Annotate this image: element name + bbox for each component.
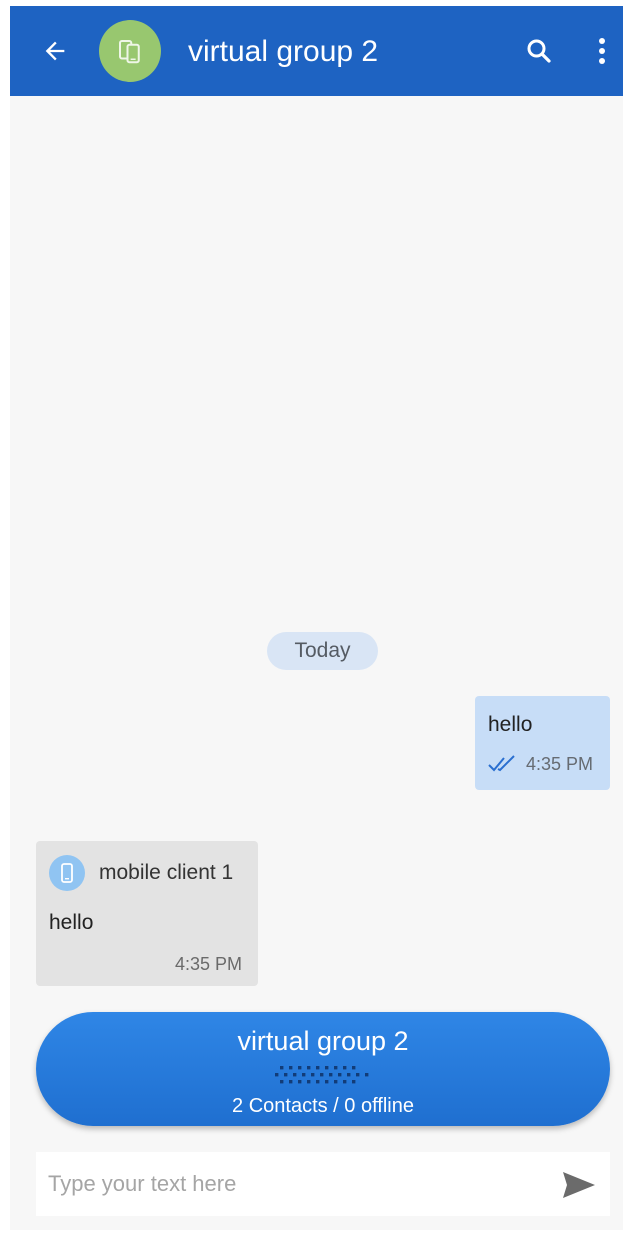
sender-name: mobile client 1 [99, 861, 234, 884]
page-title[interactable]: virtual group 2 [188, 34, 378, 70]
more-options-button[interactable] [592, 34, 612, 68]
group-contacts-status: 2 Contacts / 0 offline [232, 1095, 414, 1117]
back-button[interactable] [38, 34, 72, 68]
more-vert-icon [599, 38, 605, 64]
grip-dots-icon[interactable] [272, 1062, 376, 1086]
message-text: hello [488, 713, 533, 736]
search-icon [527, 39, 551, 63]
devices-icon [119, 40, 140, 64]
phone-icon [61, 863, 73, 883]
incoming-message[interactable]: mobile client 1 hello 4:35 PM [36, 841, 258, 986]
send-icon [563, 1172, 595, 1198]
group-info-bar[interactable]: virtual group 2 2 Contacts / 0 offline [36, 1012, 610, 1126]
search-button[interactable] [522, 34, 556, 68]
app-bar: virtual group 2 [10, 6, 623, 96]
arrow-back-icon [45, 41, 65, 61]
message-time: 4:35 PM [175, 954, 243, 974]
message-composer [36, 1152, 610, 1216]
sender-avatar [49, 855, 85, 891]
send-button[interactable] [560, 1168, 598, 1202]
message-time: 4:35 PM [526, 754, 594, 774]
double-check-icon [488, 755, 515, 772]
chat-screen: virtual group 2 Today hello 4:35 PM mobi… [10, 6, 623, 1230]
message-input[interactable] [48, 1162, 538, 1206]
message-text: hello [49, 911, 94, 934]
group-avatar[interactable] [99, 20, 161, 82]
date-separator: Today [267, 632, 378, 670]
group-title: virtual group 2 [237, 1026, 409, 1056]
outgoing-message[interactable]: hello 4:35 PM [475, 696, 610, 790]
